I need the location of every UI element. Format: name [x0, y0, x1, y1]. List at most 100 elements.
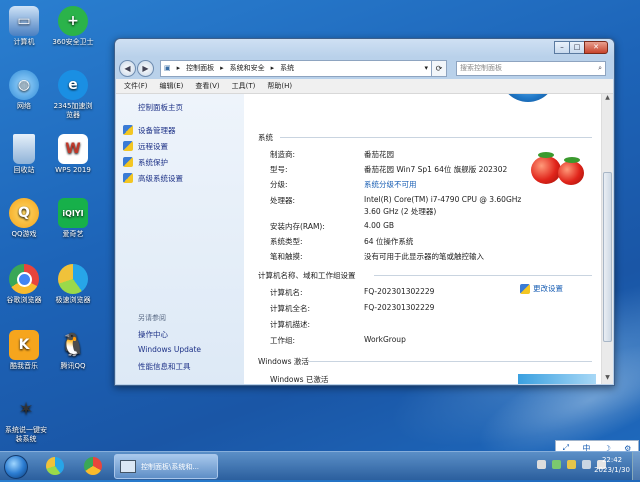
forward-button[interactable]: ▶: [137, 59, 154, 77]
desktop-icon-2345[interactable]: e 2345加速浏览器: [43, 70, 103, 120]
360-plus-icon: +: [58, 6, 88, 36]
label-model: 型号:: [270, 165, 288, 174]
breadcrumb-item[interactable]: 系统和安全: [230, 63, 265, 73]
scroll-up-icon[interactable]: ▲: [602, 94, 613, 104]
show-desktop-button[interactable]: [632, 452, 640, 480]
menu-help[interactable]: 帮助(H): [267, 81, 292, 91]
breadcrumb-sep-icon: ▸: [176, 64, 181, 72]
change-settings-link[interactable]: 更改设置: [520, 283, 563, 294]
computer-icon: ▭: [9, 6, 39, 36]
address-row: ◀ ▶ ▣ ▸ 控制面板 ▸ 系统和安全 ▸ 系统 ▾ ⟳ 搜索控制面板 ⌕: [115, 57, 614, 79]
search-icon: ⌕: [598, 63, 602, 72]
scroll-down-icon[interactable]: ▼: [602, 374, 613, 384]
tomato-logo: [531, 156, 561, 184]
close-button[interactable]: ✕: [584, 41, 608, 54]
scroll-thumb[interactable]: [603, 172, 612, 342]
breadcrumb-sep-icon: ▸: [220, 64, 224, 72]
sidebar-home-link[interactable]: 控制面板主页: [138, 102, 183, 113]
maximize-button[interactable]: □: [569, 41, 585, 54]
desktop-icon-fastbrowser[interactable]: 极速浏览器: [43, 264, 103, 305]
desktop-icon-wps[interactable]: W WPS 2019: [43, 134, 103, 175]
label-system-type: 系统类型:: [270, 237, 303, 246]
desktop-icon-iqiyi[interactable]: iQIYI 爱奇艺: [43, 198, 103, 239]
sidebar-performance[interactable]: 性能信息和工具: [138, 361, 191, 372]
menu-view[interactable]: 查看(V): [195, 81, 219, 91]
minimize-button[interactable]: –: [554, 41, 570, 54]
value-ram: 4.00 GB: [364, 221, 395, 230]
recycle-bin-icon: [13, 134, 35, 164]
value-pen-touch: 没有可用于此显示器的笔或触控输入: [364, 252, 484, 261]
control-panel-icon: ▣: [164, 64, 171, 72]
search-input[interactable]: 搜索控制面板 ⌕: [456, 60, 606, 76]
breadcrumb-sep-icon: ▸: [270, 64, 275, 72]
dropdown-arrow-icon[interactable]: ▾: [424, 64, 428, 72]
divider: [308, 361, 592, 362]
network-globe-icon: ◍: [9, 70, 39, 100]
desktop-icon-installer[interactable]: ✶ 系统说一键安装系统: [0, 394, 58, 444]
start-button[interactable]: [4, 455, 28, 479]
refresh-button[interactable]: ⟳: [432, 59, 447, 77]
divider: [280, 137, 592, 138]
back-button[interactable]: ◀: [119, 59, 136, 77]
shield-icon: [123, 141, 133, 151]
taskbar-window-button[interactable]: 控制面板\系统和...: [114, 454, 218, 479]
desktop-icon-qq[interactable]: 🐧 腾讯QQ: [43, 330, 103, 371]
tray-app-icon[interactable]: [552, 460, 561, 469]
menu-file[interactable]: 文件(F): [124, 81, 148, 91]
vertical-scrollbar[interactable]: ▲ ▼: [601, 94, 613, 384]
value-processor-speed: 3.60 GHz (2 处理器): [364, 207, 437, 216]
windows-logo-orb: [500, 94, 556, 102]
wps-icon: W: [58, 134, 88, 164]
rating-link[interactable]: 系统分级不可用: [364, 179, 417, 190]
label-processor: 处理器:: [270, 196, 296, 205]
qq-penguin-icon: 🐧: [59, 332, 87, 358]
control-panel-icon: [120, 460, 136, 473]
qq-game-icon: Q: [9, 198, 39, 228]
rabbit-installer-icon: ✶: [18, 398, 34, 420]
shield-icon: [123, 173, 133, 183]
fast-browser-icon: [46, 457, 64, 475]
menu-tools[interactable]: 工具(T): [232, 81, 256, 91]
value-workgroup: WorkGroup: [364, 335, 406, 344]
see-also-title: 另请参阅: [138, 314, 166, 322]
breadcrumb-item[interactable]: 控制面板: [186, 63, 214, 73]
taskbar: 控制面板\系统和... 22:42 2023/1/30: [0, 451, 640, 480]
clock[interactable]: 22:42 2023/1/30: [594, 455, 630, 475]
sidebar-device-manager[interactable]: 设备管理器: [138, 125, 176, 136]
sidebar-advanced-settings[interactable]: 高级系统设置: [138, 173, 183, 184]
menu-edit[interactable]: 编辑(E): [160, 81, 184, 91]
label-full-name: 计算机全名:: [270, 304, 311, 313]
title-bar[interactable]: – □ ✕: [115, 39, 614, 57]
sidebar-remote-settings[interactable]: 远程设置: [138, 141, 168, 152]
chrome-icon: [84, 457, 102, 475]
shield-icon: [123, 125, 133, 135]
keyboard-icon[interactable]: [537, 460, 546, 469]
kuwo-music-icon: K: [9, 330, 39, 360]
taskbar-fast-browser[interactable]: [40, 455, 70, 477]
control-panel-window[interactable]: – □ ✕ ◀ ▶ ▣ ▸ 控制面板 ▸ 系统和安全 ▸ 系统 ▾ ⟳ 搜索控制…: [114, 38, 615, 386]
tray-app-icon[interactable]: [567, 460, 576, 469]
label-rating: 分级:: [270, 180, 288, 189]
value-system-type: 64 位操作系统: [364, 237, 414, 246]
chrome-icon: [9, 264, 39, 294]
leaf-shape: [564, 157, 580, 163]
network-icon[interactable]: [582, 460, 591, 469]
system-content: 系统 制造商: 番茄花园 型号: 番茄花园 Win7 Sp1 64位 旗舰版 2…: [244, 94, 602, 384]
activation-status: Windows 已激活: [270, 375, 329, 384]
sidebar-windows-update[interactable]: Windows Update: [138, 345, 201, 354]
divider: [374, 275, 592, 276]
sidebar-action-center[interactable]: 操作中心: [138, 329, 168, 340]
value-processor: Intel(R) Core(TM) i7-4790 CPU @ 3.60GHz: [364, 195, 522, 204]
section-title-system: 系统: [258, 133, 273, 142]
label-description: 计算机描述:: [270, 320, 311, 329]
taskbar-chrome[interactable]: [78, 455, 108, 477]
label-manufacturer: 制造商:: [270, 150, 296, 159]
desktop-icon-360[interactable]: + 360安全卫士: [43, 6, 103, 47]
address-bar[interactable]: ▣ ▸ 控制面板 ▸ 系统和安全 ▸ 系统 ▾: [160, 59, 432, 77]
section-title-activation: Windows 激活: [258, 357, 309, 366]
breadcrumb-item[interactable]: 系统: [280, 63, 294, 73]
section-title-computer: 计算机名称、域和工作组设置: [258, 271, 356, 280]
tomato-logo: [558, 161, 584, 185]
label-pen-touch: 笔和触摸:: [270, 252, 303, 261]
sidebar-system-protection[interactable]: 系统保护: [138, 157, 168, 168]
